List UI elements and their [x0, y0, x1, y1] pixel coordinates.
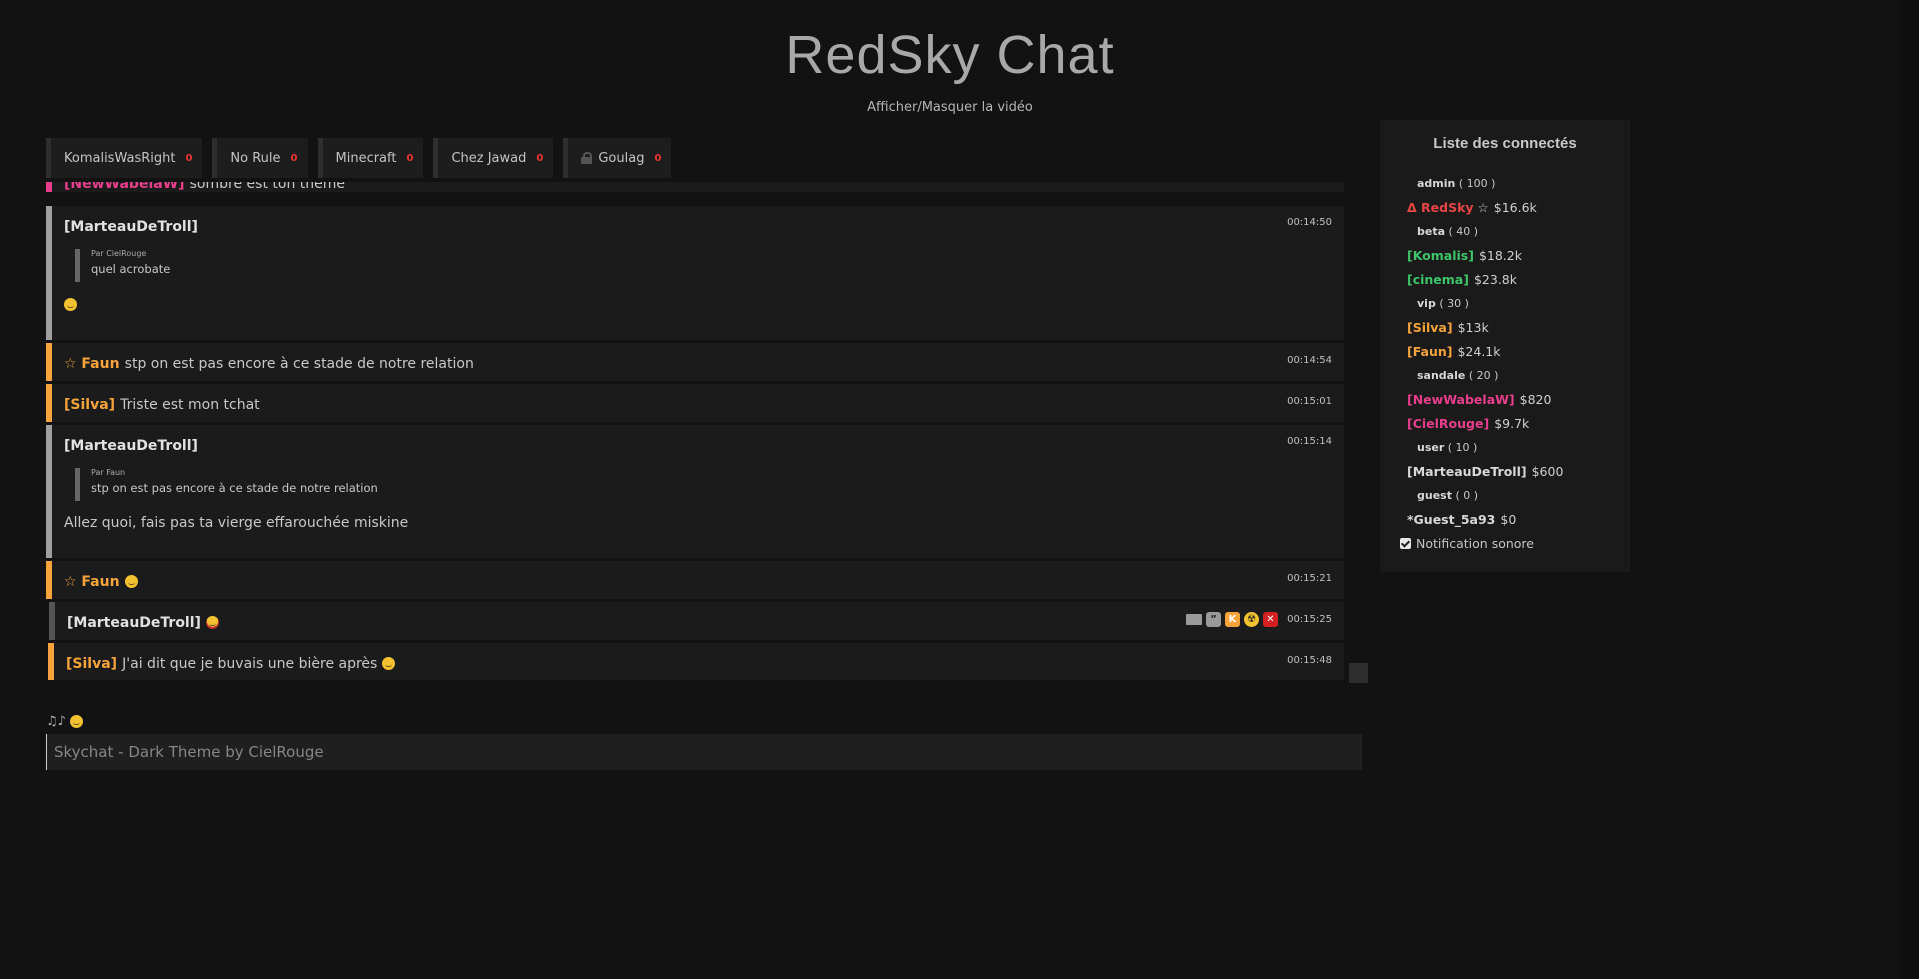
- message-item: ☆ Faun 00:15:21: [46, 561, 1344, 599]
- message-text: Triste est mon tchat: [120, 397, 260, 413]
- quote-author: Par CielRouge: [91, 249, 147, 258]
- tab-unread-count: 0: [185, 152, 193, 164]
- message-author[interactable]: [Silva]: [64, 397, 115, 413]
- tab-unread-count: 0: [536, 152, 544, 164]
- quote-text: quel acrobate: [91, 262, 171, 276]
- smile-emoji-icon: [64, 298, 77, 311]
- message-text: stp on est pas encore à ce stade de notr…: [124, 356, 474, 372]
- message-author[interactable]: [Silva]: [66, 656, 117, 672]
- user-list: admin ( 100 ) Δ RedSky ☆ $16.6k beta ( 40…: [1407, 171, 1627, 531]
- tab-unread-count: 0: [406, 152, 414, 164]
- user-entry[interactable]: *Guest_5a93 $0: [1407, 507, 1627, 531]
- message-author[interactable]: ☆ Faun: [64, 356, 120, 372]
- rank-header: sandale ( 20 ): [1417, 368, 1499, 382]
- tab-unread-count: 0: [654, 152, 662, 164]
- page-scrollbar[interactable]: [1900, 0, 1919, 979]
- user-entry[interactable]: [Silva] $13k: [1407, 315, 1627, 339]
- notification-label: Notification sonore: [1416, 536, 1534, 551]
- kick-icon[interactable]: K: [1225, 612, 1240, 627]
- message-time: 00:14:50: [1287, 217, 1332, 228]
- tab-no-rule[interactable]: No Rule 0: [212, 138, 308, 178]
- user-entry[interactable]: Δ RedSky ☆ $16.6k: [1407, 195, 1627, 219]
- quote-text: stp on est pas encore à ce stade de notr…: [91, 481, 378, 495]
- tab-label: Goulag: [598, 150, 645, 166]
- tab-minecraft[interactable]: Minecraft 0: [317, 138, 424, 178]
- tab-label: Minecraft: [335, 150, 397, 166]
- tab-unread-count: 0: [290, 152, 298, 164]
- message-item: [Silva] Triste est mon tchat 00:15:01: [46, 384, 1344, 422]
- message-actions: ” K ☢ ✕: [1186, 612, 1278, 627]
- tab-chez-jawad[interactable]: Chez Jawad 0: [433, 138, 554, 178]
- rank-header: vip ( 30 ): [1417, 296, 1469, 310]
- message-item: [MarteauDeTroll] 00:15:14 Par Faun stp o…: [46, 425, 1344, 558]
- music-notes-icon: ♫♪: [46, 714, 66, 729]
- message-quote: Par CielRouge quel acrobate: [75, 249, 591, 282]
- rank-header: guest ( 0 ): [1417, 488, 1479, 502]
- message-time: 00:15:25: [1287, 614, 1332, 625]
- user-entry[interactable]: [Faun] $24.1k: [1407, 339, 1627, 363]
- user-entry[interactable]: [MarteauDeTroll] $600: [1407, 459, 1627, 483]
- tab-komaliswasright[interactable]: KomalisWasRight 0: [46, 138, 203, 178]
- star-icon: ☆: [1477, 199, 1489, 215]
- message-author[interactable]: [MarteauDeTroll]: [64, 219, 198, 235]
- message-author[interactable]: [MarteauDeTroll]: [64, 438, 198, 454]
- tab-goulag[interactable]: Goulag 0: [563, 138, 672, 178]
- room-tabs: KomalisWasRight 0 No Rule 0 Minecraft 0 …: [46, 138, 672, 178]
- lock-icon: [581, 152, 593, 164]
- party-emoji-icon: [206, 616, 220, 629]
- checkbox-checked-icon[interactable]: [1400, 538, 1411, 549]
- message-author[interactable]: ☆ Faun: [64, 574, 120, 590]
- message-text: Allez quoi, fais pas ta vierge effarouch…: [64, 515, 409, 531]
- page-title: RedSky Chat: [785, 25, 1115, 85]
- message-time: 00:15:14: [1287, 436, 1332, 447]
- message-time: 00:15:01: [1287, 396, 1332, 407]
- message-text: sombre est ton thème: [189, 182, 345, 192]
- message-item: ☆ Faun stp on est pas encore à ce stade …: [46, 343, 1344, 381]
- message-item: [MarteauDeTroll] ” K ☢ ✕ 00:15:25: [49, 602, 1344, 640]
- message-quote: Par Faun stp on est pas encore à ce stad…: [75, 468, 591, 501]
- panel-title: Liste des connectés: [1433, 135, 1577, 152]
- message-input[interactable]: [46, 734, 1362, 770]
- message-author[interactable]: [NewWabelaW]: [64, 182, 185, 192]
- message-list[interactable]: [NewWabelaW] sombre est ton thème [Marte…: [46, 182, 1344, 680]
- message-item: [NewWabelaW] sombre est ton thème: [46, 182, 1344, 192]
- message-author[interactable]: [MarteauDeTroll]: [67, 615, 201, 631]
- connected-users-panel: Liste des connectés admin ( 100 ) Δ RedS…: [1380, 120, 1630, 572]
- user-entry[interactable]: [NewWabelaW] $820: [1407, 387, 1627, 411]
- message-time: 00:14:54: [1287, 355, 1332, 366]
- smile-emoji-icon: [70, 715, 84, 728]
- rank-header: admin ( 100 ): [1417, 176, 1496, 190]
- tab-label: Chez Jawad: [451, 150, 527, 166]
- quote-icon[interactable]: ”: [1206, 612, 1221, 627]
- message-item: [Silva] J'ai dit que je buvais une bière…: [48, 643, 1344, 680]
- sound-notification-toggle[interactable]: Notification sonore: [1400, 536, 1534, 551]
- now-playing: ♫♪: [46, 714, 84, 729]
- message-text: J'ai dit que je buvais une bière après: [122, 656, 378, 672]
- rank-header: beta ( 40 ): [1417, 224, 1479, 238]
- user-entry[interactable]: [cinema] $23.8k: [1407, 267, 1627, 291]
- tab-label: No Rule: [230, 150, 281, 166]
- user-entry[interactable]: [CielRouge] $9.7k: [1407, 411, 1627, 435]
- tab-label: KomalisWasRight: [64, 150, 176, 166]
- message-item: [MarteauDeTroll] 00:14:50 Par CielRouge …: [46, 206, 1344, 340]
- nuke-icon[interactable]: ☢: [1244, 612, 1259, 627]
- wink-emoji-icon: [124, 575, 138, 588]
- thinking-emoji-icon: [382, 657, 396, 670]
- message-time: 00:15:48: [1287, 655, 1332, 666]
- quote-author: Par Faun: [91, 468, 126, 477]
- mail-icon[interactable]: [1186, 614, 1202, 625]
- video-toggle-link[interactable]: Afficher/Masquer la vidéo: [0, 100, 1900, 115]
- scrollbar-thumb[interactable]: [1349, 663, 1368, 683]
- rank-header: user ( 10 ): [1417, 440, 1478, 454]
- message-time: 00:15:21: [1287, 573, 1332, 584]
- user-entry[interactable]: [Komalis] $18.2k: [1407, 243, 1627, 267]
- delete-icon[interactable]: ✕: [1263, 612, 1278, 627]
